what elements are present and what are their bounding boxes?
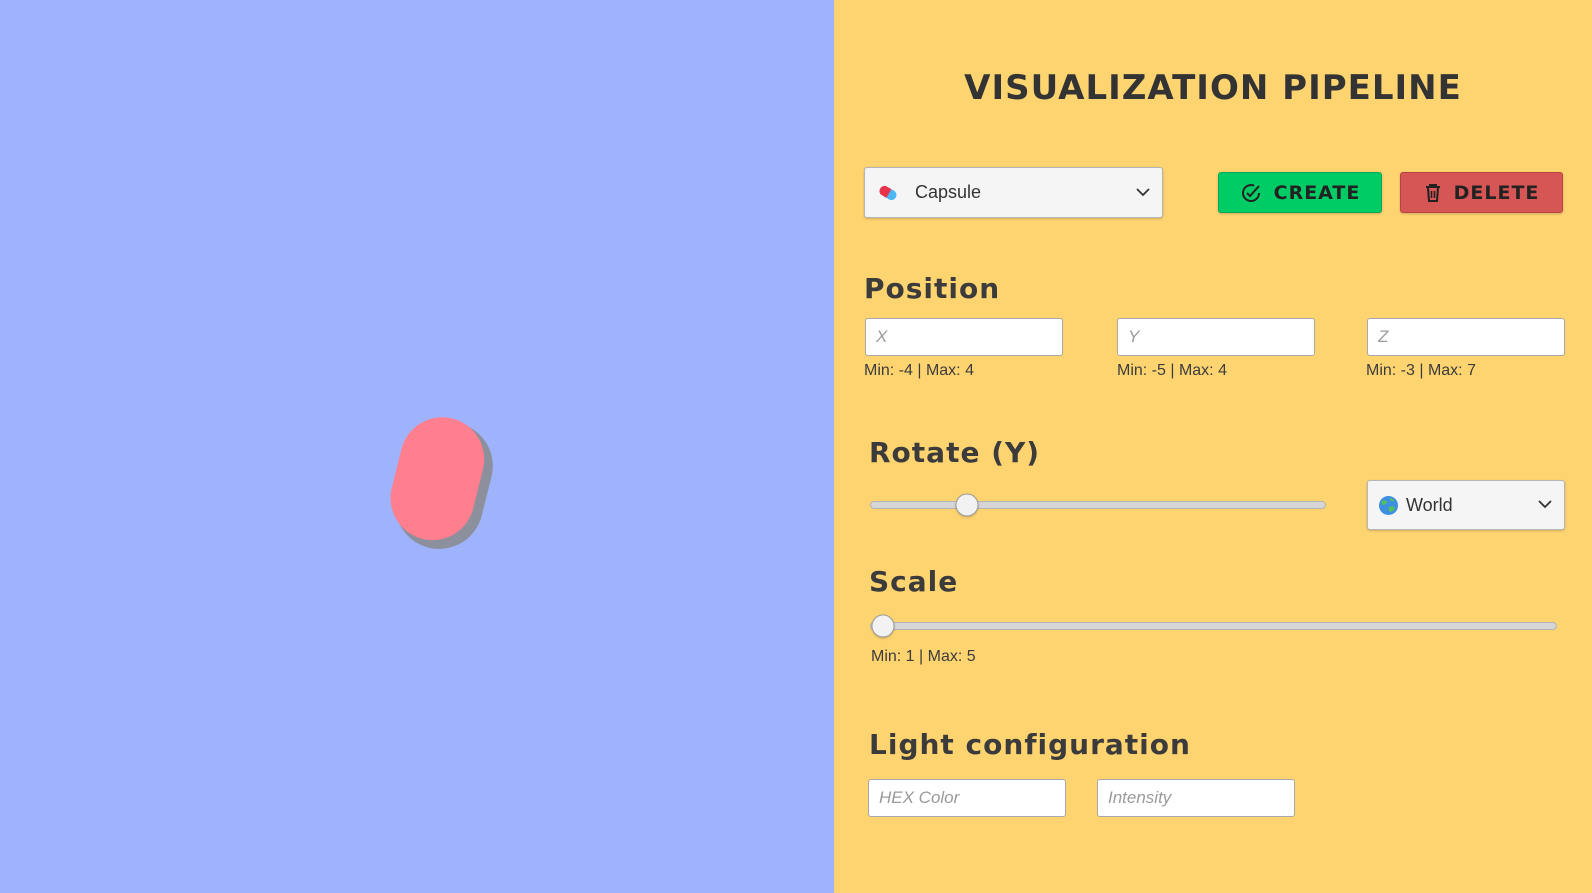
scale-title: Scale [869,565,959,598]
light-color-input[interactable] [868,779,1066,817]
scene-canvas[interactable] [0,0,834,893]
globe-icon [1378,495,1399,516]
scale-slider-thumb[interactable] [871,614,894,638]
delete-button[interactable]: DELETE [1400,172,1563,213]
chevron-down-icon [1538,496,1552,514]
space-select-value: World [1406,494,1453,515]
create-button[interactable]: CREATE [1218,172,1382,213]
shape-select[interactable]: Capsule [864,167,1163,218]
delete-button-label: DELETE [1453,181,1540,204]
position-x-input[interactable] [865,318,1063,356]
trash-icon [1425,183,1440,202]
chevron-down-icon [1136,184,1150,202]
space-select[interactable]: World [1367,480,1565,530]
scale-slider[interactable] [870,614,1557,638]
rotate-slider[interactable] [870,493,1326,517]
shape-select-value: Capsule [915,182,982,202]
panel-title: VISUALIZATION PIPELINE [964,68,1462,108]
position-title: Position [864,272,1001,305]
scale-hint: Min: 1 | Max: 5 [871,648,976,665]
position-z-input[interactable] [1367,318,1565,356]
light-intensity-input[interactable] [1097,779,1295,817]
position-x-hint: Min: -4 | Max: 4 [864,362,974,379]
rotate-slider-thumb[interactable] [955,493,979,517]
capsule-object[interactable] [380,408,503,558]
3d-viewport[interactable] [0,0,834,893]
create-button-label: CREATE [1273,181,1361,204]
position-z-hint: Min: -3 | Max: 7 [1366,362,1476,379]
rotate-title: Rotate (Y) [869,436,1041,469]
pill-icon [877,182,899,204]
check-circle-icon [1241,183,1260,202]
light-title: Light configuration [869,728,1191,761]
app-window: VISUALIZATION PIPELINE Capsule CREATE DE… [0,0,1592,893]
position-y-hint: Min: -5 | Max: 4 [1117,362,1227,379]
position-y-input[interactable] [1117,318,1315,356]
control-panel: VISUALIZATION PIPELINE Capsule CREATE DE… [834,0,1592,893]
